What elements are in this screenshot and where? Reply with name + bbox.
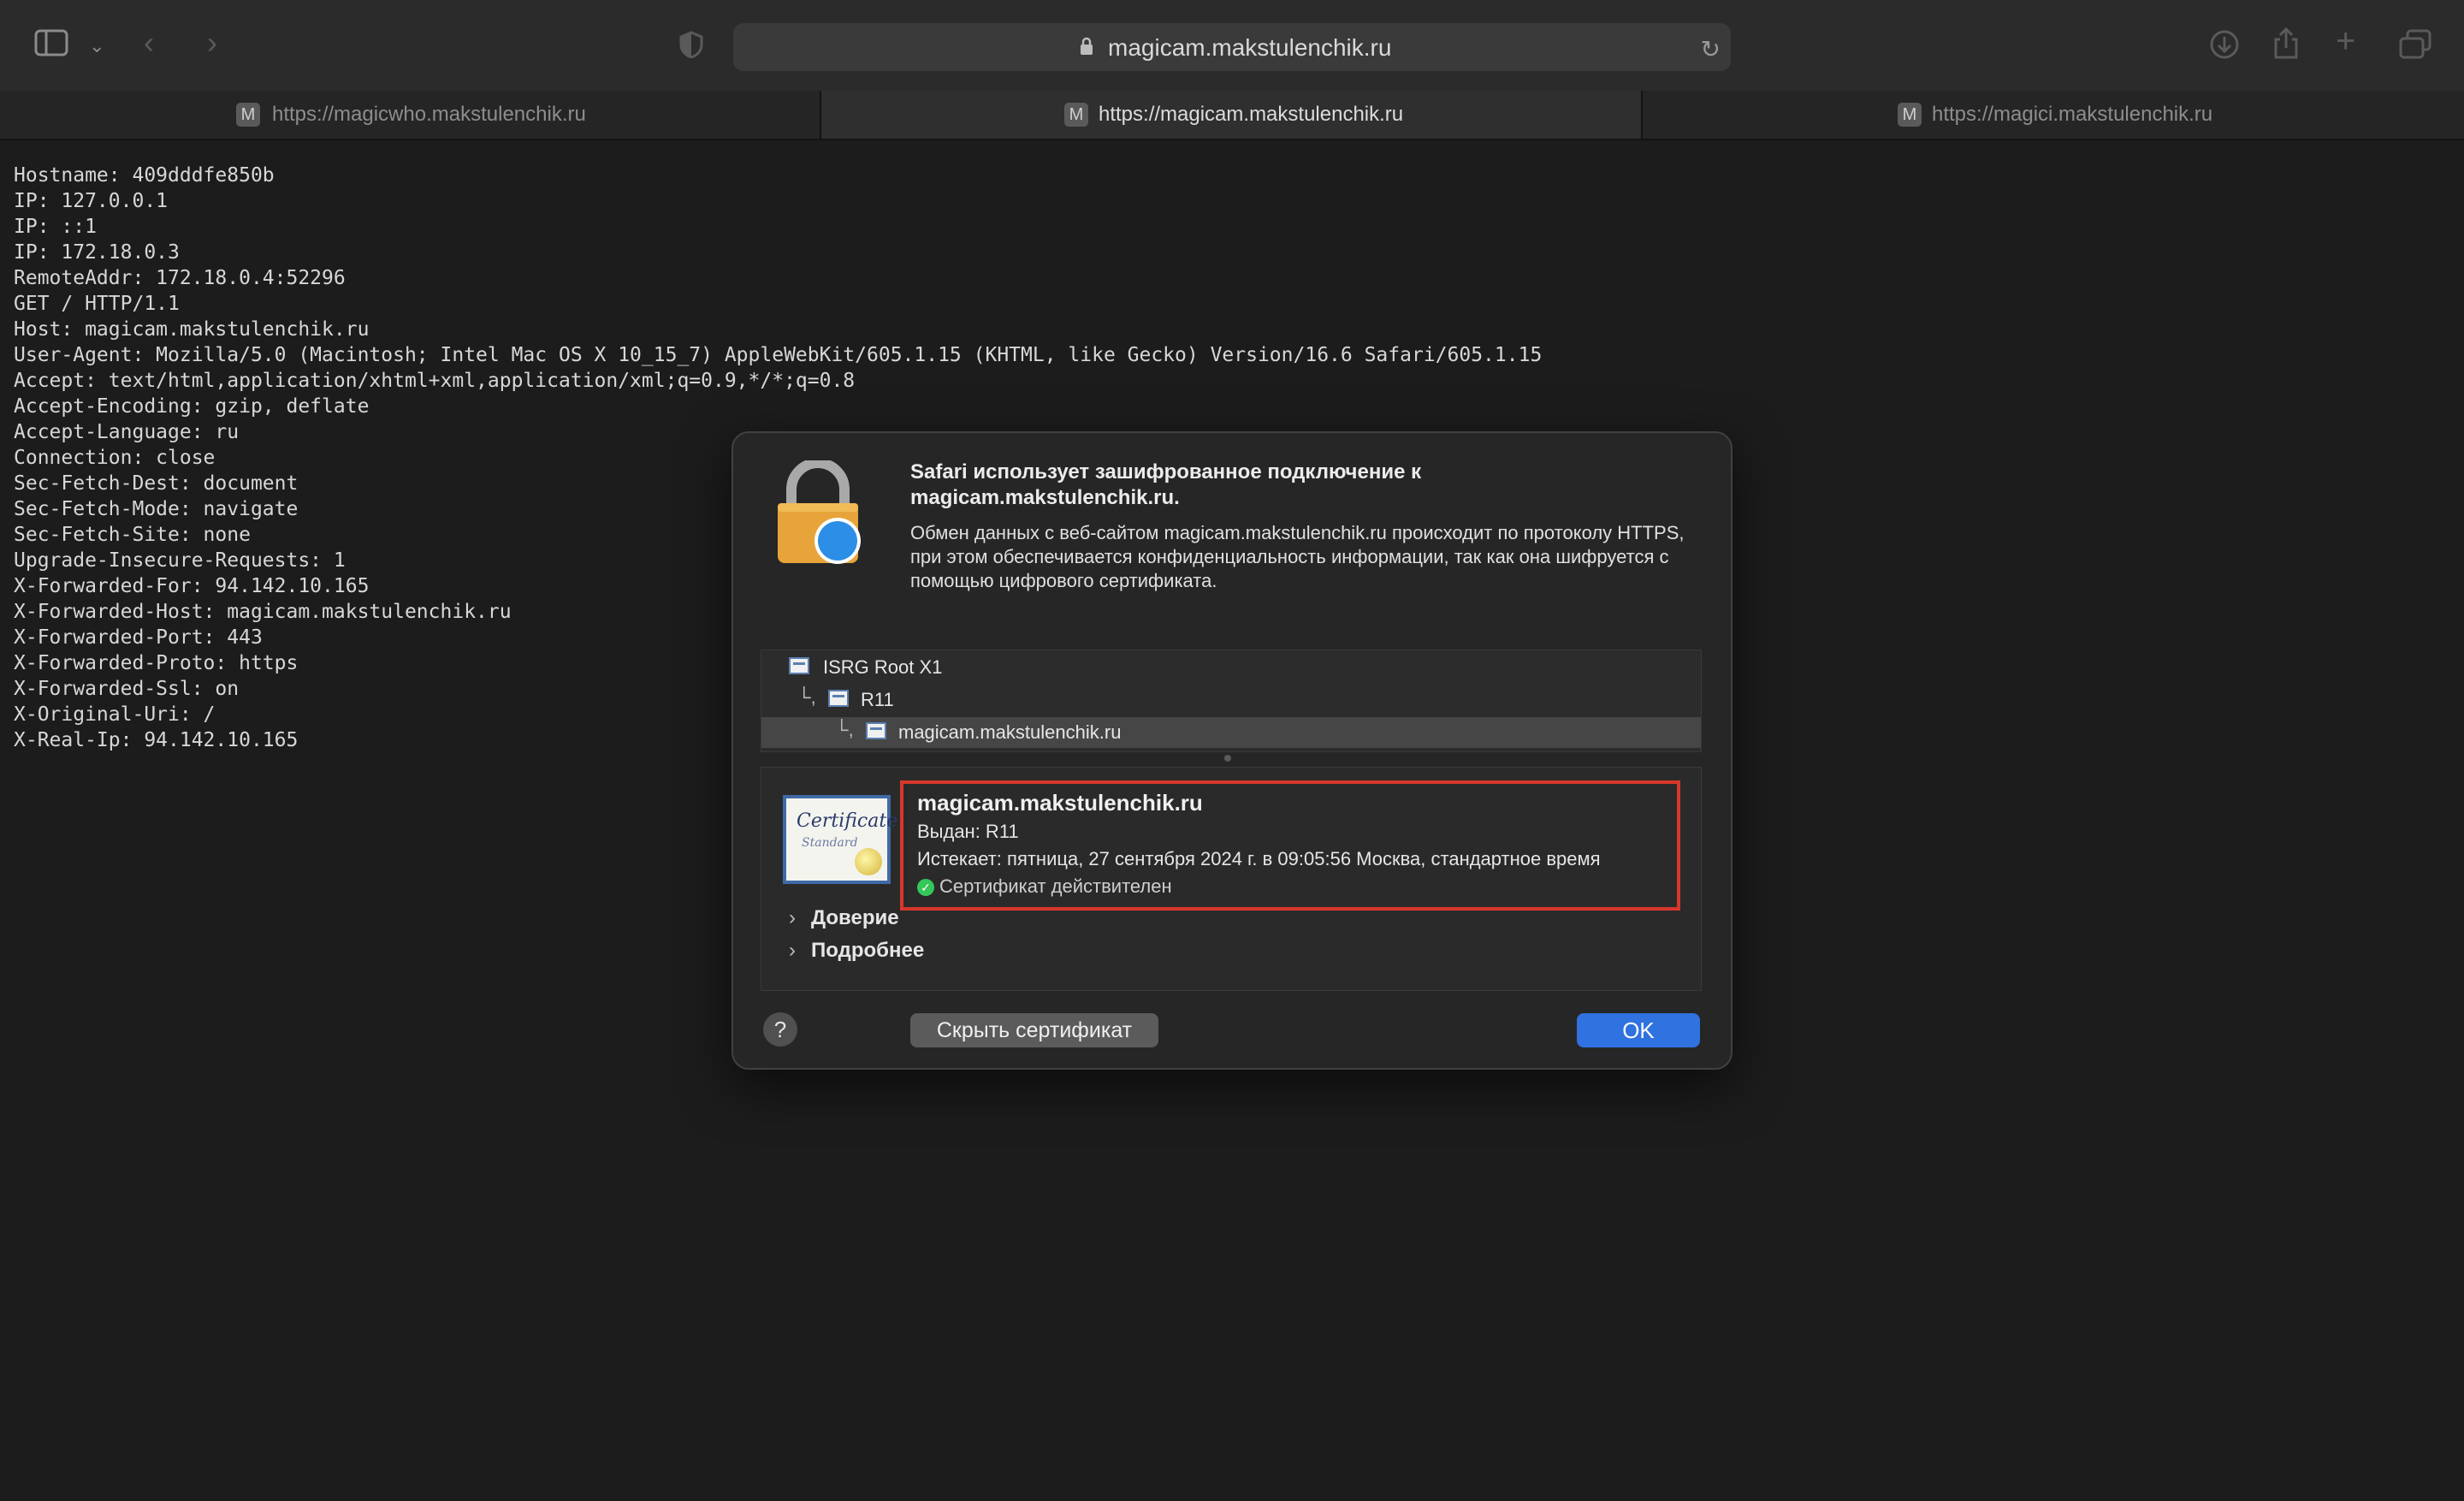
- page-text-line: Accept: text/html,application/xhtml+xml,…: [14, 370, 856, 392]
- seal-icon: [855, 848, 882, 875]
- new-tab-icon[interactable]: +: [2336, 24, 2355, 58]
- disclosure-trust[interactable]: › Доверие: [789, 906, 899, 930]
- page-text-line: GET / HTTP/1.1: [14, 293, 180, 315]
- certificate-icon: [828, 690, 849, 707]
- padlock-safari-icon: [778, 460, 861, 564]
- tab-bar: M https://magicwho.makstulenchik.ru M ht…: [0, 91, 2464, 140]
- back-icon[interactable]: ‹: [144, 27, 154, 58]
- ok-button[interactable]: OK: [1577, 1013, 1700, 1047]
- page-text-line: Accept-Encoding: gzip, deflate: [14, 395, 370, 418]
- certificate-image-text: Certificate: [797, 810, 898, 832]
- tab-title: https://magici.makstulenchik.ru: [1932, 103, 2213, 126]
- chain-item-intermediate[interactable]: └, R11: [761, 685, 1701, 715]
- chain-item-leaf[interactable]: └, magicam.makstulenchik.ru: [761, 717, 1701, 748]
- chevron-down-icon[interactable]: ⌄: [89, 31, 104, 62]
- certificate-icon: [866, 722, 886, 739]
- certificate-chain-list: ISRG Root X1 └, R11 └, magicam.makstulen…: [761, 650, 1702, 752]
- page-text-line: IP: 172.18.0.3: [14, 241, 180, 264]
- favicon-icon: M: [1064, 103, 1088, 127]
- hierarchy-arrow-icon: └,: [797, 686, 816, 708]
- page-text-line: IP: ::1: [14, 216, 97, 238]
- tab-magicam[interactable]: M https://magicam.makstulenchik.ru: [821, 91, 1643, 139]
- certificate-icon: [789, 657, 809, 674]
- help-button[interactable]: ?: [763, 1012, 797, 1047]
- tab-magici[interactable]: M https://magici.makstulenchik.ru: [1643, 91, 2464, 139]
- certificate-image-subtext: Standard: [802, 836, 858, 850]
- chain-item-label: ISRG Root X1: [823, 656, 943, 678]
- certificate-status: ✓ Сертификат действителен: [917, 875, 1172, 898]
- browser-toolbar: ⌄ ‹ › magicam.makstulenchik.ru ↻ +: [0, 0, 2464, 91]
- sidebar-toggle-icon[interactable]: [34, 29, 68, 62]
- address-bar[interactable]: magicam.makstulenchik.ru ↻: [733, 23, 1731, 71]
- privacy-shield-icon[interactable]: [679, 31, 703, 63]
- certificate-issuer: Выдан: R11: [917, 821, 1019, 842]
- reload-icon[interactable]: ↻: [1701, 35, 1721, 63]
- page-text-line: Host: magicam.makstulenchik.ru: [14, 318, 370, 341]
- checkmark-icon: ✓: [917, 879, 934, 897]
- page-text-line: RemoteAddr: 172.18.0.4:52296: [14, 267, 346, 289]
- favicon-icon: M: [1898, 103, 1922, 127]
- disclosure-label: Подробнее: [811, 939, 925, 962]
- certificate-status-text: Сертификат действителен: [939, 875, 1172, 897]
- chain-item-label: R11: [861, 689, 894, 710]
- lock-icon: [1081, 37, 1093, 55]
- chain-item-label: magicam.makstulenchik.ru: [898, 721, 1122, 743]
- dialog-title: Safari использует зашифрованное подключе…: [910, 460, 1422, 509]
- tab-overview-icon[interactable]: [2399, 29, 2431, 65]
- page-text-line: Hostname: 409dddfe850b: [14, 164, 275, 187]
- disclosure-label: Доверие: [811, 906, 899, 929]
- chain-item-root[interactable]: ISRG Root X1: [761, 652, 1701, 683]
- tab-title: https://magicam.makstulenchik.ru: [1099, 103, 1404, 126]
- certificate-expiry: Истекает: пятница, 27 сентября 2024 г. в…: [917, 848, 1601, 869]
- address-url: magicam.makstulenchik.ru: [1108, 34, 1392, 61]
- certificate-dialog: Safari использует зашифрованное подключе…: [732, 431, 1732, 1070]
- hide-certificate-button[interactable]: Скрыть сертификат: [910, 1013, 1158, 1047]
- tab-title: https://magicwho.makstulenchik.ru: [272, 103, 586, 126]
- downloads-icon[interactable]: [2209, 29, 2240, 65]
- hierarchy-arrow-icon: └,: [835, 719, 854, 740]
- certificate-details: Certificate Standard magicam.makstulench…: [761, 767, 1702, 991]
- split-view-handle[interactable]: [1224, 755, 1231, 762]
- forward-icon[interactable]: ›: [207, 27, 217, 58]
- page-text-line: IP: 127.0.0.1: [14, 190, 169, 212]
- dialog-description: Обмен данных с веб-сайтом magicam.makstu…: [910, 522, 1685, 591]
- tab-magicwho[interactable]: M https://magicwho.makstulenchik.ru: [0, 91, 821, 139]
- certificate-image: Certificate Standard: [783, 795, 897, 884]
- chevron-right-icon: ›: [789, 939, 796, 962]
- share-icon[interactable]: [2272, 27, 2300, 65]
- favicon-icon: M: [236, 103, 260, 127]
- certificate-name: magicam.makstulenchik.ru: [917, 790, 1203, 816]
- disclosure-details[interactable]: › Подробнее: [789, 939, 924, 963]
- page-text-line: User-Agent: Mozilla/5.0 (Macintosh; Inte…: [14, 344, 1543, 366]
- chevron-right-icon: ›: [789, 906, 796, 929]
